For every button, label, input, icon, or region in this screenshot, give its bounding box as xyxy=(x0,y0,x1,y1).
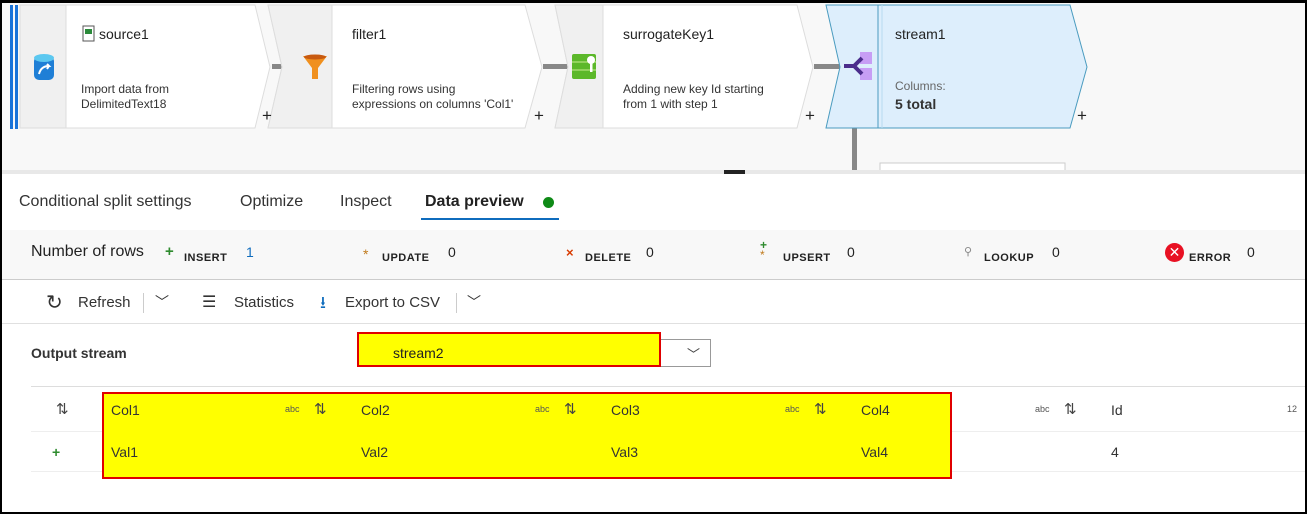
sort-icon[interactable]: ⇅ xyxy=(1064,400,1077,418)
lookup-count: 0 xyxy=(1052,244,1060,260)
column-header-col2[interactable]: Col2 xyxy=(361,402,390,418)
refresh-label: Refresh xyxy=(78,294,131,311)
export-options-chevron-icon[interactable]: ﹀ xyxy=(467,292,481,312)
tab-conditional-split-settings[interactable]: Conditional split settings xyxy=(19,193,192,211)
row-count-label: Number of rows xyxy=(31,243,144,260)
string-type-icon: abc xyxy=(785,404,800,414)
node-description: DelimitedText18 xyxy=(81,97,167,111)
panel-divider[interactable] xyxy=(0,170,1307,174)
add-transform-button[interactable]: + xyxy=(805,106,815,126)
chevron-down-icon: ﹀ xyxy=(686,347,700,362)
error-icon: ✕ xyxy=(1165,243,1184,262)
lookup-label: LOOKUP xyxy=(984,252,1035,264)
column-header-col4[interactable]: Col4 xyxy=(861,402,890,418)
add-transform-button[interactable]: + xyxy=(534,106,544,126)
status-dot-icon xyxy=(543,197,554,208)
node-title[interactable]: stream1 xyxy=(895,26,946,42)
string-type-icon: abc xyxy=(1035,404,1050,414)
update-label: UPDATE xyxy=(382,252,430,264)
tab-data-preview[interactable]: Data preview xyxy=(425,193,524,211)
node-description: Filtering rows using xyxy=(352,82,456,96)
upsert-label: UPSERT xyxy=(783,252,831,264)
statistics-icon: ☰ xyxy=(202,294,217,311)
output-stream-label: Output stream xyxy=(31,345,127,361)
integer-type-icon: 12 xyxy=(1287,404,1298,414)
search-icon: ⚲ xyxy=(964,246,973,258)
node-description: from 1 with step 1 xyxy=(623,97,718,111)
surrogate-key-icon xyxy=(572,54,596,79)
table-cell: Val1 xyxy=(111,444,138,460)
download-icon: ⭳ xyxy=(320,293,326,312)
x-icon: × xyxy=(566,245,574,260)
active-tab-underline xyxy=(421,218,559,220)
node-description: Columns: xyxy=(895,79,946,93)
column-count: 5 total xyxy=(895,96,937,112)
refresh-options-chevron-icon[interactable]: ﹀ xyxy=(155,292,169,312)
node-description: Adding new key Id starting xyxy=(623,82,764,96)
error-count: 0 xyxy=(1247,244,1255,260)
statistics-button[interactable]: Statistics xyxy=(234,294,294,311)
sort-icon[interactable]: ⇅ xyxy=(564,400,577,418)
flow-canvas: source1 Import data from DelimitedText18… xyxy=(0,0,1307,170)
node-description: expressions on columns 'Col1' xyxy=(352,97,514,111)
column-header-col1[interactable]: Col1 xyxy=(111,402,140,418)
table-cell: Val4 xyxy=(861,444,888,460)
error-label: ERROR xyxy=(1189,252,1232,264)
delete-label: DELETE xyxy=(585,252,632,264)
upsert-icon: + * xyxy=(760,238,768,262)
tab-inspect[interactable]: Inspect xyxy=(340,193,392,211)
insert-label: INSERT xyxy=(184,252,228,264)
database-source-icon xyxy=(34,54,54,80)
node-title[interactable]: surrogateKey1 xyxy=(623,26,714,42)
output-stream-value: stream2 xyxy=(393,345,444,361)
sort-icon[interactable]: ⇅ xyxy=(814,400,827,418)
add-transform-button[interactable]: + xyxy=(262,106,272,126)
column-header-id[interactable]: Id xyxy=(1111,402,1123,418)
table-cell: Val3 xyxy=(611,444,638,460)
table-cell: Val2 xyxy=(361,444,388,460)
table-cell: 4 xyxy=(1111,444,1119,460)
sort-icon[interactable]: ⇅ xyxy=(314,400,327,418)
asterisk-icon: * xyxy=(363,246,369,262)
node-title[interactable]: source1 xyxy=(99,26,149,42)
csv-file-icon xyxy=(82,25,95,42)
export-csv-button[interactable]: Export to CSV xyxy=(345,294,440,311)
string-type-icon: abc xyxy=(285,404,300,414)
insert-row-marker: + xyxy=(52,444,61,460)
node-title[interactable]: filter1 xyxy=(352,26,386,42)
upsert-count: 0 xyxy=(847,244,855,260)
refresh-icon: ↻ xyxy=(46,292,63,314)
tab-optimize[interactable]: Optimize xyxy=(240,193,303,211)
string-type-icon: abc xyxy=(535,404,550,414)
add-transform-button[interactable]: + xyxy=(1077,106,1087,126)
column-header-col3[interactable]: Col3 xyxy=(611,402,640,418)
update-count: 0 xyxy=(448,244,456,260)
sort-icon[interactable]: ⇅ xyxy=(56,400,69,418)
node-description: Import data from xyxy=(81,82,170,96)
plus-icon: + xyxy=(165,243,174,260)
delete-count: 0 xyxy=(646,244,654,260)
insert-count: 1 xyxy=(246,244,254,260)
